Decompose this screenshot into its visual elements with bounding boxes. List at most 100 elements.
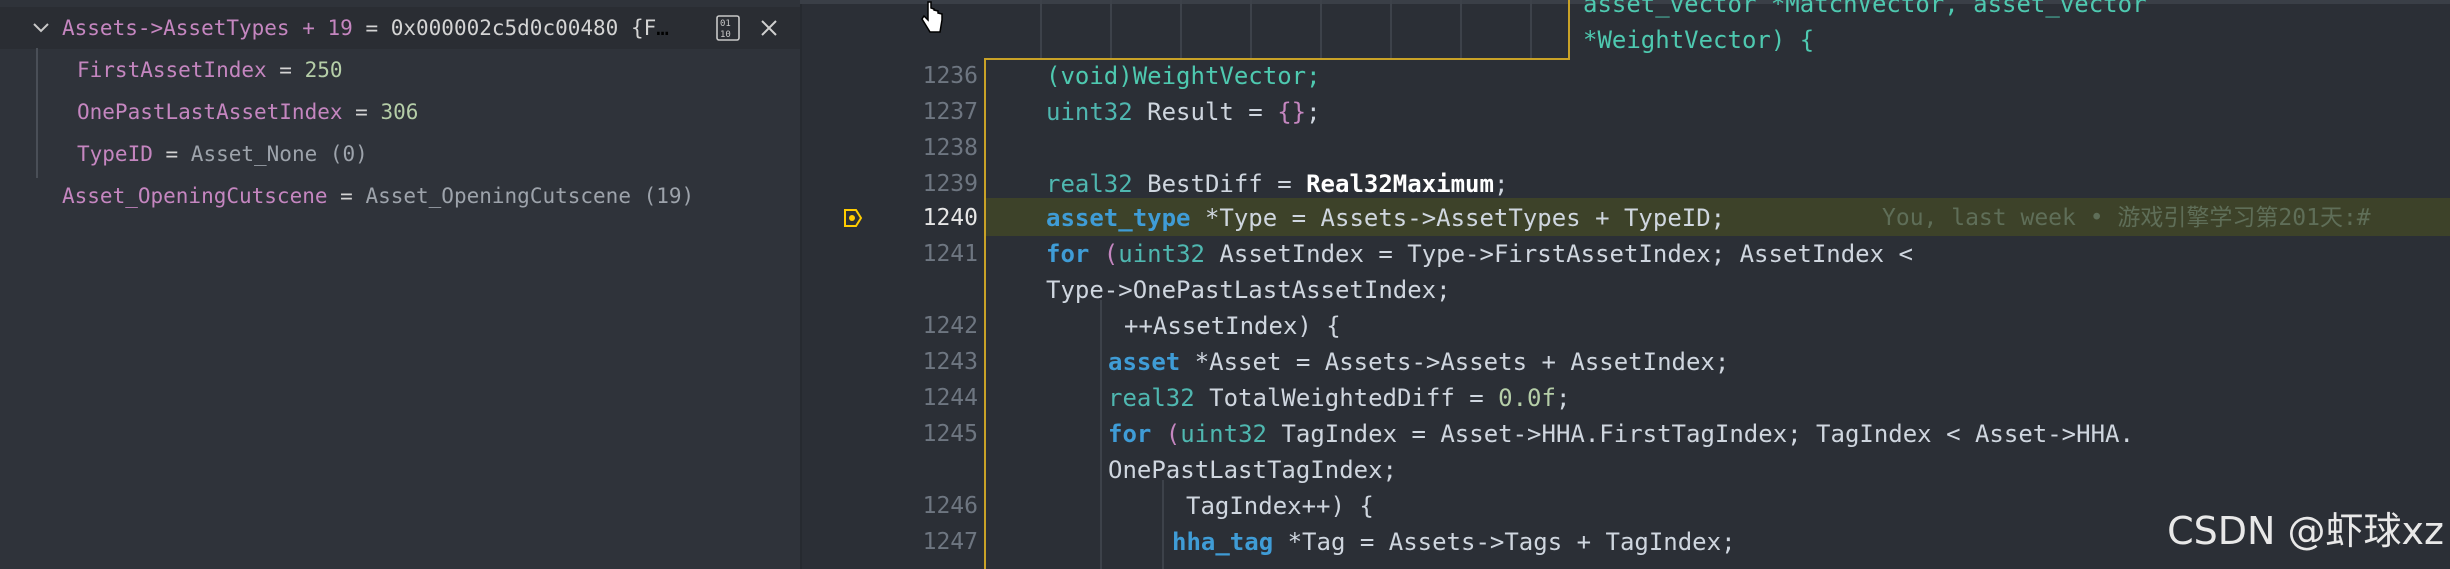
code-text: *Type = Assets->AssetTypes + TypeID;	[1190, 204, 1726, 232]
line-number[interactable]: 1236	[820, 58, 978, 94]
code-text: *Tag = Assets->Tags + TagIndex;	[1273, 528, 1736, 556]
line-number[interactable]: 1244	[820, 380, 978, 416]
selection-border-left	[984, 58, 986, 569]
code-line-1243[interactable]: asset *Asset = Assets->Assets + AssetInd…	[1108, 344, 1729, 380]
code-text: ;	[1555, 384, 1571, 412]
child-type-id: TypeID = Asset_None (0)	[77, 142, 368, 166]
code-type: uint32	[1118, 240, 1205, 268]
code-keyword: for	[1046, 240, 1090, 268]
code-text: TotalWeightedDiff =	[1194, 384, 1499, 412]
code-line-1241[interactable]: for (uint32 AssetIndex = Type->FirstAsse…	[1046, 236, 1927, 272]
hover-header-row[interactable]: Assets->AssetTypes + 19 = 0x000002c5d0c0…	[0, 7, 800, 49]
code-text: (	[1089, 240, 1119, 268]
code-text: (	[1151, 420, 1181, 448]
code-text: OnePastLastTagIndex;	[1108, 456, 1397, 484]
child-one-past-last-asset-index: OnePastLastAssetIndex = 306	[77, 100, 419, 124]
code-text: {}	[1277, 98, 1307, 126]
child-name: OnePastLastAssetIndex	[77, 100, 343, 124]
code-keyword: for	[1108, 420, 1152, 448]
watermark: CSDN @虾球xz	[2167, 509, 2444, 553]
code-type: real32	[1108, 384, 1195, 412]
hover-expression: Assets->AssetTypes + 19	[62, 16, 353, 40]
code-line-1236[interactable]: (void)WeightVector;	[1046, 58, 1321, 94]
indent-guide	[1320, 0, 1322, 58]
code-line-1239[interactable]: real32 BestDiff = Real32Maximum;	[1046, 166, 1508, 202]
child-name: TypeID	[77, 142, 153, 166]
indent-guide	[1180, 0, 1182, 58]
chevron-down-icon[interactable]	[30, 17, 52, 39]
code-type: real32	[1046, 170, 1133, 198]
hover-sibling-row[interactable]: Asset_OpeningCutscene = Asset_OpeningCut…	[0, 175, 800, 217]
indent-guide	[1250, 0, 1252, 58]
code-text: BestDiff =	[1132, 170, 1307, 198]
close-icon[interactable]	[758, 17, 780, 39]
indent-guide	[1100, 300, 1102, 569]
child-value: 306	[380, 100, 419, 124]
panel-separator	[800, 0, 802, 569]
line-number[interactable]: 1241	[820, 236, 978, 272]
code-text: asset_vector *MatchVector, asset_vector	[1583, 0, 2147, 18]
sibling-name: Asset_OpeningCutscene	[62, 184, 328, 208]
code-line-1240[interactable]: asset_type *Type = Assets->AssetTypes + …	[1046, 200, 2371, 236]
indent-guide	[1040, 0, 1042, 58]
child-first-asset-index: FirstAssetIndex = 250	[77, 58, 343, 82]
code-line-1237[interactable]: uint32 Result = {};	[1046, 94, 1321, 130]
code-line-1246[interactable]: TagIndex++) {	[1186, 488, 1374, 524]
indent-guide	[1110, 0, 1112, 58]
code-text: (void)WeightVector;	[1046, 62, 1321, 90]
code-line-1241-wrap[interactable]: Type->OnePastLastAssetIndex;	[1046, 272, 1451, 308]
debug-hover-panel: Assets->AssetTypes + 19 = 0x000002c5d0c0…	[0, 0, 800, 569]
svg-text:10: 10	[720, 30, 731, 40]
line-number[interactable]: 1242	[820, 308, 978, 344]
code-constant: Real32Maximum	[1306, 170, 1494, 198]
line-number-current[interactable]: 1240	[820, 200, 978, 236]
code-text: ++AssetIndex) {	[1124, 312, 1341, 340]
code-line-1245-wrap[interactable]: OnePastLastTagIndex;	[1108, 452, 1397, 488]
indent-guide	[1460, 0, 1462, 58]
git-blame-annotation: You, last week • 游戏引擎学习第201天:#	[1882, 205, 2371, 231]
binary-view-icon[interactable]: 01 10	[716, 15, 740, 41]
code-text: *WeightVector) {	[1583, 26, 1815, 54]
hover-address: 0x000002c5d0c00480 {F...	[390, 16, 670, 40]
sibling-opening-cutscene: Asset_OpeningCutscene = Asset_OpeningCut…	[62, 184, 695, 208]
code-line-1244[interactable]: real32 TotalWeightedDiff = 0.0f;	[1108, 380, 1570, 416]
line-number[interactable]: 1243	[820, 344, 978, 380]
code-type: hha_tag	[1172, 528, 1274, 556]
line-number[interactable]: 1246	[820, 488, 978, 524]
hover-equals: =	[352, 16, 391, 40]
code-type: uint32	[1046, 98, 1133, 126]
code-text: Result =	[1132, 98, 1278, 126]
code-line-1245[interactable]: for (uint32 TagIndex = Asset->HHA.FirstT…	[1108, 416, 2134, 452]
indent-guide	[1390, 0, 1392, 58]
code-type: asset	[1108, 348, 1181, 376]
hover-child-row[interactable]: FirstAssetIndex = 250	[0, 49, 800, 91]
code-text: TagIndex++) {	[1186, 492, 1374, 520]
code-text: AssetIndex = Type->FirstAssetIndex; Asse…	[1204, 240, 1928, 268]
hover-child-row[interactable]: OnePastLastAssetIndex = 306	[0, 91, 800, 133]
line-number[interactable]: 1238	[820, 130, 978, 166]
selection-border-right	[1568, 0, 1570, 60]
code-number: 0.0f	[1498, 384, 1556, 412]
code-type: asset_type	[1046, 204, 1191, 232]
hand-cursor-icon	[921, 1, 943, 33]
code-type: uint32	[1180, 420, 1267, 448]
code-text: *Asset = Assets->Assets + AssetIndex;	[1180, 348, 1730, 376]
line-number[interactable]: 1237	[820, 94, 978, 130]
child-value: Asset_None (0)	[190, 142, 368, 166]
code-text: TagIndex = Asset->HHA.FirstTagIndex; Tag…	[1266, 420, 2134, 448]
code-line-fragment[interactable]: asset_vector *MatchVector, asset_vector	[1583, 0, 2147, 22]
code-line-1247[interactable]: hha_tag *Tag = Assets->Tags + TagIndex;	[1172, 524, 1736, 560]
code-line-1242[interactable]: ++AssetIndex) {	[1124, 308, 1341, 344]
indent-guide	[1162, 480, 1164, 569]
hover-header-text: Assets->AssetTypes + 19 = 0x000002c5d0c0…	[62, 7, 670, 49]
child-value: 250	[304, 58, 343, 82]
line-number[interactable]: 1247	[820, 524, 978, 560]
line-number[interactable]: 1245	[820, 416, 978, 452]
hover-child-row[interactable]: TypeID = Asset_None (0)	[0, 133, 800, 175]
child-name: FirstAssetIndex	[77, 58, 267, 82]
line-number[interactable]: 1239	[820, 166, 978, 202]
svg-text:01: 01	[720, 19, 731, 29]
code-line-fragment[interactable]: *WeightVector) {	[1583, 22, 1814, 58]
code-text: ;	[1306, 98, 1321, 126]
code-text: Type->OnePastLastAssetIndex;	[1046, 276, 1451, 304]
